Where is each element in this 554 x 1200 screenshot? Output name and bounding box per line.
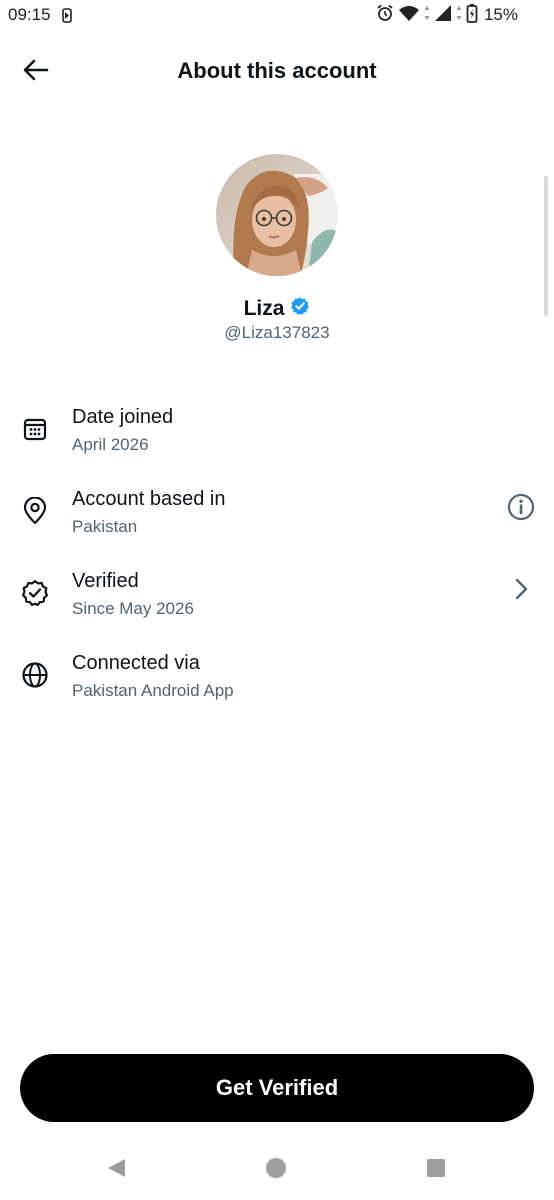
nav-home-button[interactable] [264, 1157, 288, 1184]
info-item-verified[interactable]: Verified Since May 2026 [0, 562, 554, 644]
header: About this account [0, 40, 554, 104]
profile-handle: @Liza137823 [224, 323, 330, 342]
avatar-photo [216, 154, 338, 276]
info-button[interactable] [506, 493, 536, 526]
scrollbar[interactable] [544, 176, 548, 316]
battery-percent: 15% [483, 5, 518, 24]
nav-back-button[interactable] [104, 1158, 128, 1182]
info-item-account-based-in: Account based in Pakistan [0, 480, 554, 562]
cell-signal-icon [434, 4, 452, 27]
triangle-back-icon [105, 1157, 127, 1184]
info-value: Pakistan [72, 517, 138, 536]
info-title: Account based in [72, 488, 226, 510]
info-list: Date joined April 2026 Account based in … [0, 398, 554, 726]
location-pin-icon [20, 496, 50, 526]
avatar[interactable] [216, 154, 338, 276]
notification-icon [62, 8, 72, 23]
globe-icon [20, 660, 50, 690]
status-time: 09:15 [8, 5, 51, 24]
profile-name-row: Liza [0, 296, 554, 321]
square-recents-icon [426, 1158, 446, 1183]
data-arrows-icon [424, 5, 430, 26]
verified-chevron-button[interactable] [506, 576, 536, 606]
page-title: About this account [177, 58, 377, 83]
status-bar: 09:15 15% [0, 0, 554, 32]
system-nav-bar [0, 1140, 554, 1200]
info-item-connected-via: Connected via Pakistan Android App [0, 644, 554, 726]
data-arrows-icon-2 [456, 5, 462, 26]
info-value: April 2026 [72, 435, 149, 454]
wifi-icon [398, 4, 420, 27]
info-title: Connected via [72, 652, 200, 674]
profile-name: Liza [243, 296, 285, 320]
verified-badge-outline-icon [20, 578, 50, 608]
info-title: Verified [72, 570, 139, 592]
info-item-date-joined: Date joined April 2026 [0, 398, 554, 480]
info-value: Since May 2026 [72, 599, 194, 618]
get-verified-button[interactable]: Get Verified [20, 1054, 534, 1122]
verified-badge-icon [290, 296, 310, 321]
calendar-icon [20, 414, 50, 444]
battery-icon [466, 3, 478, 28]
info-value: Pakistan Android App [72, 681, 234, 700]
circle-home-icon [265, 1157, 287, 1184]
chevron-right-icon [513, 577, 529, 606]
info-circle-icon [507, 493, 535, 526]
status-icons: 15% [376, 3, 518, 28]
info-title: Date joined [72, 406, 174, 428]
alarm-icon [376, 4, 394, 27]
nav-recents-button[interactable] [424, 1158, 448, 1182]
